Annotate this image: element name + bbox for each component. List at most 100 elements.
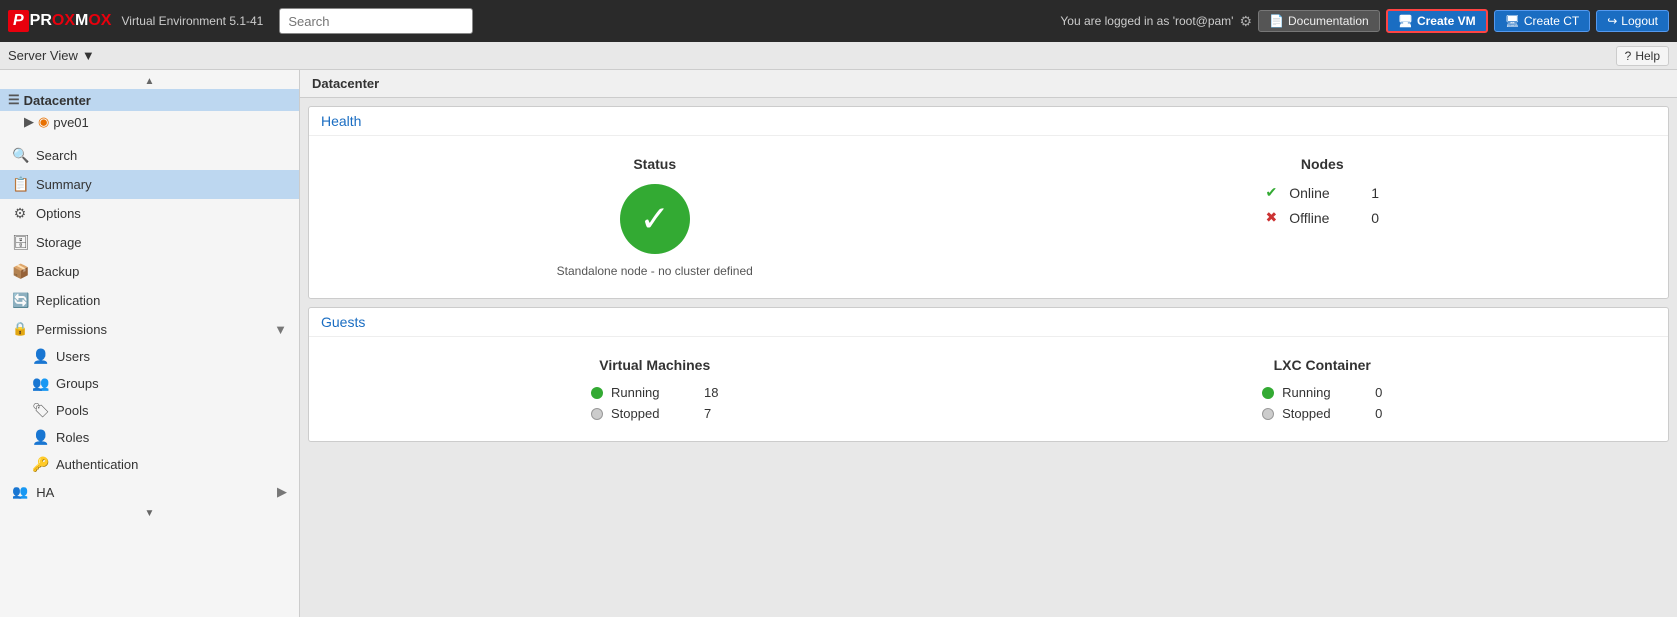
nav-item-roles[interactable]: 👤 Roles [0, 424, 299, 451]
nav-item-groups[interactable]: 👥 Groups [0, 370, 299, 397]
vm-title: Virtual Machines [599, 357, 710, 373]
permissions-icon: 🔒 [12, 321, 28, 337]
nav-panel: 🔍 Search 📋 Summary ⚙ Options 🗄 Storage 📦… [0, 137, 299, 617]
search-nav-icon: 🔍 [12, 147, 28, 164]
authentication-icon: 🔑 [32, 456, 48, 473]
nav-storage-label: Storage [36, 235, 82, 250]
guests-title: Guests [321, 314, 365, 330]
create-vm-button[interactable]: 🖥 Create VM [1386, 9, 1488, 33]
tree-area: ▲ ☰ Datacenter ▶ ◉ pve01 [0, 70, 299, 137]
storage-icon: 🗄 [12, 234, 28, 251]
nav-item-replication[interactable]: 🔄 Replication [0, 286, 299, 315]
status-check-circle: ✓ [620, 184, 690, 254]
nav-permissions-label: Permissions [36, 322, 107, 337]
tree-scroll-up[interactable]: ▲ [0, 74, 299, 89]
groups-icon: 👥 [32, 375, 48, 392]
node-icon: ◉ [38, 114, 49, 130]
nav-authentication-label: Authentication [56, 457, 138, 472]
node-label: pve01 [53, 115, 88, 130]
user-info-text: You are logged in as 'root@pam' [1060, 14, 1233, 28]
logout-button[interactable]: ↪ Logout [1596, 10, 1669, 32]
lxc-stopped-row: Stopped 0 [1262, 406, 1382, 421]
offline-icon: ✖ [1265, 209, 1277, 226]
nodes-table: ✔ Online 1 ✖ Offline 0 [1265, 184, 1379, 226]
datacenter-icon: ☰ [8, 92, 20, 108]
proxmox-logo: P PR OX M OX [8, 10, 111, 32]
lxc-column: LXC Container Running 0 Stopped [989, 349, 1657, 429]
online-label: Online [1289, 185, 1359, 201]
ha-icon: 👥 [12, 484, 28, 500]
logo-pr: PR [30, 12, 52, 30]
roles-icon: 👤 [32, 429, 48, 446]
vm-running-dot [591, 387, 603, 399]
nav-item-summary[interactable]: 📋 Summary [0, 170, 299, 199]
health-card: Health Status ✓ Standalone node - no clu… [308, 106, 1669, 299]
topbar-right: You are logged in as 'root@pam' ⚙ 📄 Docu… [1060, 9, 1669, 33]
vm-rows: Running 18 Stopped 7 [591, 385, 718, 421]
vm-stopped-dot [591, 408, 603, 420]
guests-header: Guests [309, 308, 1668, 337]
nav-roles-label: Roles [56, 430, 89, 445]
lxc-stopped-label: Stopped [1282, 406, 1347, 421]
lxc-stopped-count: 0 [1375, 406, 1382, 421]
health-header: Health [309, 107, 1668, 136]
nav-ha-label: HA [36, 485, 54, 500]
documentation-button[interactable]: 📄 Documentation [1258, 10, 1380, 32]
chevron-right-icon: ▶ [24, 114, 34, 130]
online-row: ✔ Online 1 [1265, 184, 1379, 201]
online-icon: ✔ [1265, 184, 1277, 201]
pools-icon: 🏷 [32, 402, 48, 419]
status-title: Status [633, 156, 676, 172]
nav-item-ha[interactable]: 👥 HA ▶ [0, 478, 299, 506]
nav-item-pools[interactable]: 🏷 Pools [0, 397, 299, 424]
vm-stopped-count: 7 [704, 406, 711, 421]
server-view-label: Server View [8, 48, 78, 63]
nodes-title: Nodes [1301, 156, 1344, 172]
nav-groups-label: Groups [56, 376, 99, 391]
lxc-stopped-dot [1262, 408, 1274, 420]
users-icon: 👤 [32, 348, 48, 365]
nav-item-options[interactable]: ⚙ Options [0, 199, 299, 228]
nav-options-label: Options [36, 206, 81, 221]
backup-icon: 📦 [12, 263, 28, 280]
help-button[interactable]: ? Help [1616, 46, 1669, 66]
ha-expand-icon: ▶ [277, 484, 287, 500]
options-icon: ⚙ [12, 205, 28, 222]
datacenter-label: Datacenter [24, 93, 91, 108]
replication-icon: 🔄 [12, 292, 28, 309]
online-count: 1 [1371, 185, 1379, 201]
nav-pools-label: Pools [56, 403, 89, 418]
tree-item-pve01[interactable]: ▶ ◉ pve01 [0, 111, 299, 133]
nav-summary-label: Summary [36, 177, 92, 192]
search-input[interactable] [279, 8, 473, 34]
summary-icon: 📋 [12, 176, 28, 193]
nav-item-storage[interactable]: 🗄 Storage [0, 228, 299, 257]
gear-icon[interactable]: ⚙ [1239, 13, 1252, 30]
nav-item-permissions[interactable]: 🔒 Permissions ▼ [0, 315, 299, 343]
nav-search-label: Search [36, 148, 77, 163]
vm-running-row: Running 18 [591, 385, 718, 400]
nav-backup-label: Backup [36, 264, 79, 279]
nav-item-search[interactable]: 🔍 Search [0, 141, 299, 170]
left-panel: ▲ ☰ Datacenter ▶ ◉ pve01 🔍 Search 📋 Summ… [0, 70, 300, 617]
lxc-title: LXC Container [1274, 357, 1371, 373]
secondbar: Server View ▼ ? Help [0, 42, 1677, 70]
right-content: Datacenter Health Status ✓ Standalone no… [300, 70, 1677, 617]
server-view-select[interactable]: Server View ▼ [8, 48, 95, 63]
nav-scroll-down[interactable]: ▼ [0, 506, 299, 521]
create-ct-button[interactable]: 🖥 Create CT [1494, 10, 1591, 32]
guests-card: Guests Virtual Machines Running 18 [308, 307, 1669, 442]
lxc-running-row: Running 0 [1262, 385, 1382, 400]
offline-row: ✖ Offline 0 [1265, 209, 1379, 226]
tree-item-datacenter[interactable]: ☰ Datacenter [0, 89, 299, 111]
help-icon: ? [1625, 49, 1632, 63]
status-column: Status ✓ Standalone node - no cluster de… [321, 148, 989, 286]
nav-item-backup[interactable]: 📦 Backup [0, 257, 299, 286]
logo-area: P PR OX M OX Virtual Environment 5.1-41 [8, 10, 263, 32]
nodes-column: Nodes ✔ Online 1 ✖ Offline 0 [989, 148, 1657, 286]
vm-stopped-label: Stopped [611, 406, 676, 421]
nav-item-users[interactable]: 👤 Users [0, 343, 299, 370]
nav-item-authentication[interactable]: 🔑 Authentication [0, 451, 299, 478]
vm-stopped-row: Stopped 7 [591, 406, 718, 421]
nav-users-label: Users [56, 349, 90, 364]
